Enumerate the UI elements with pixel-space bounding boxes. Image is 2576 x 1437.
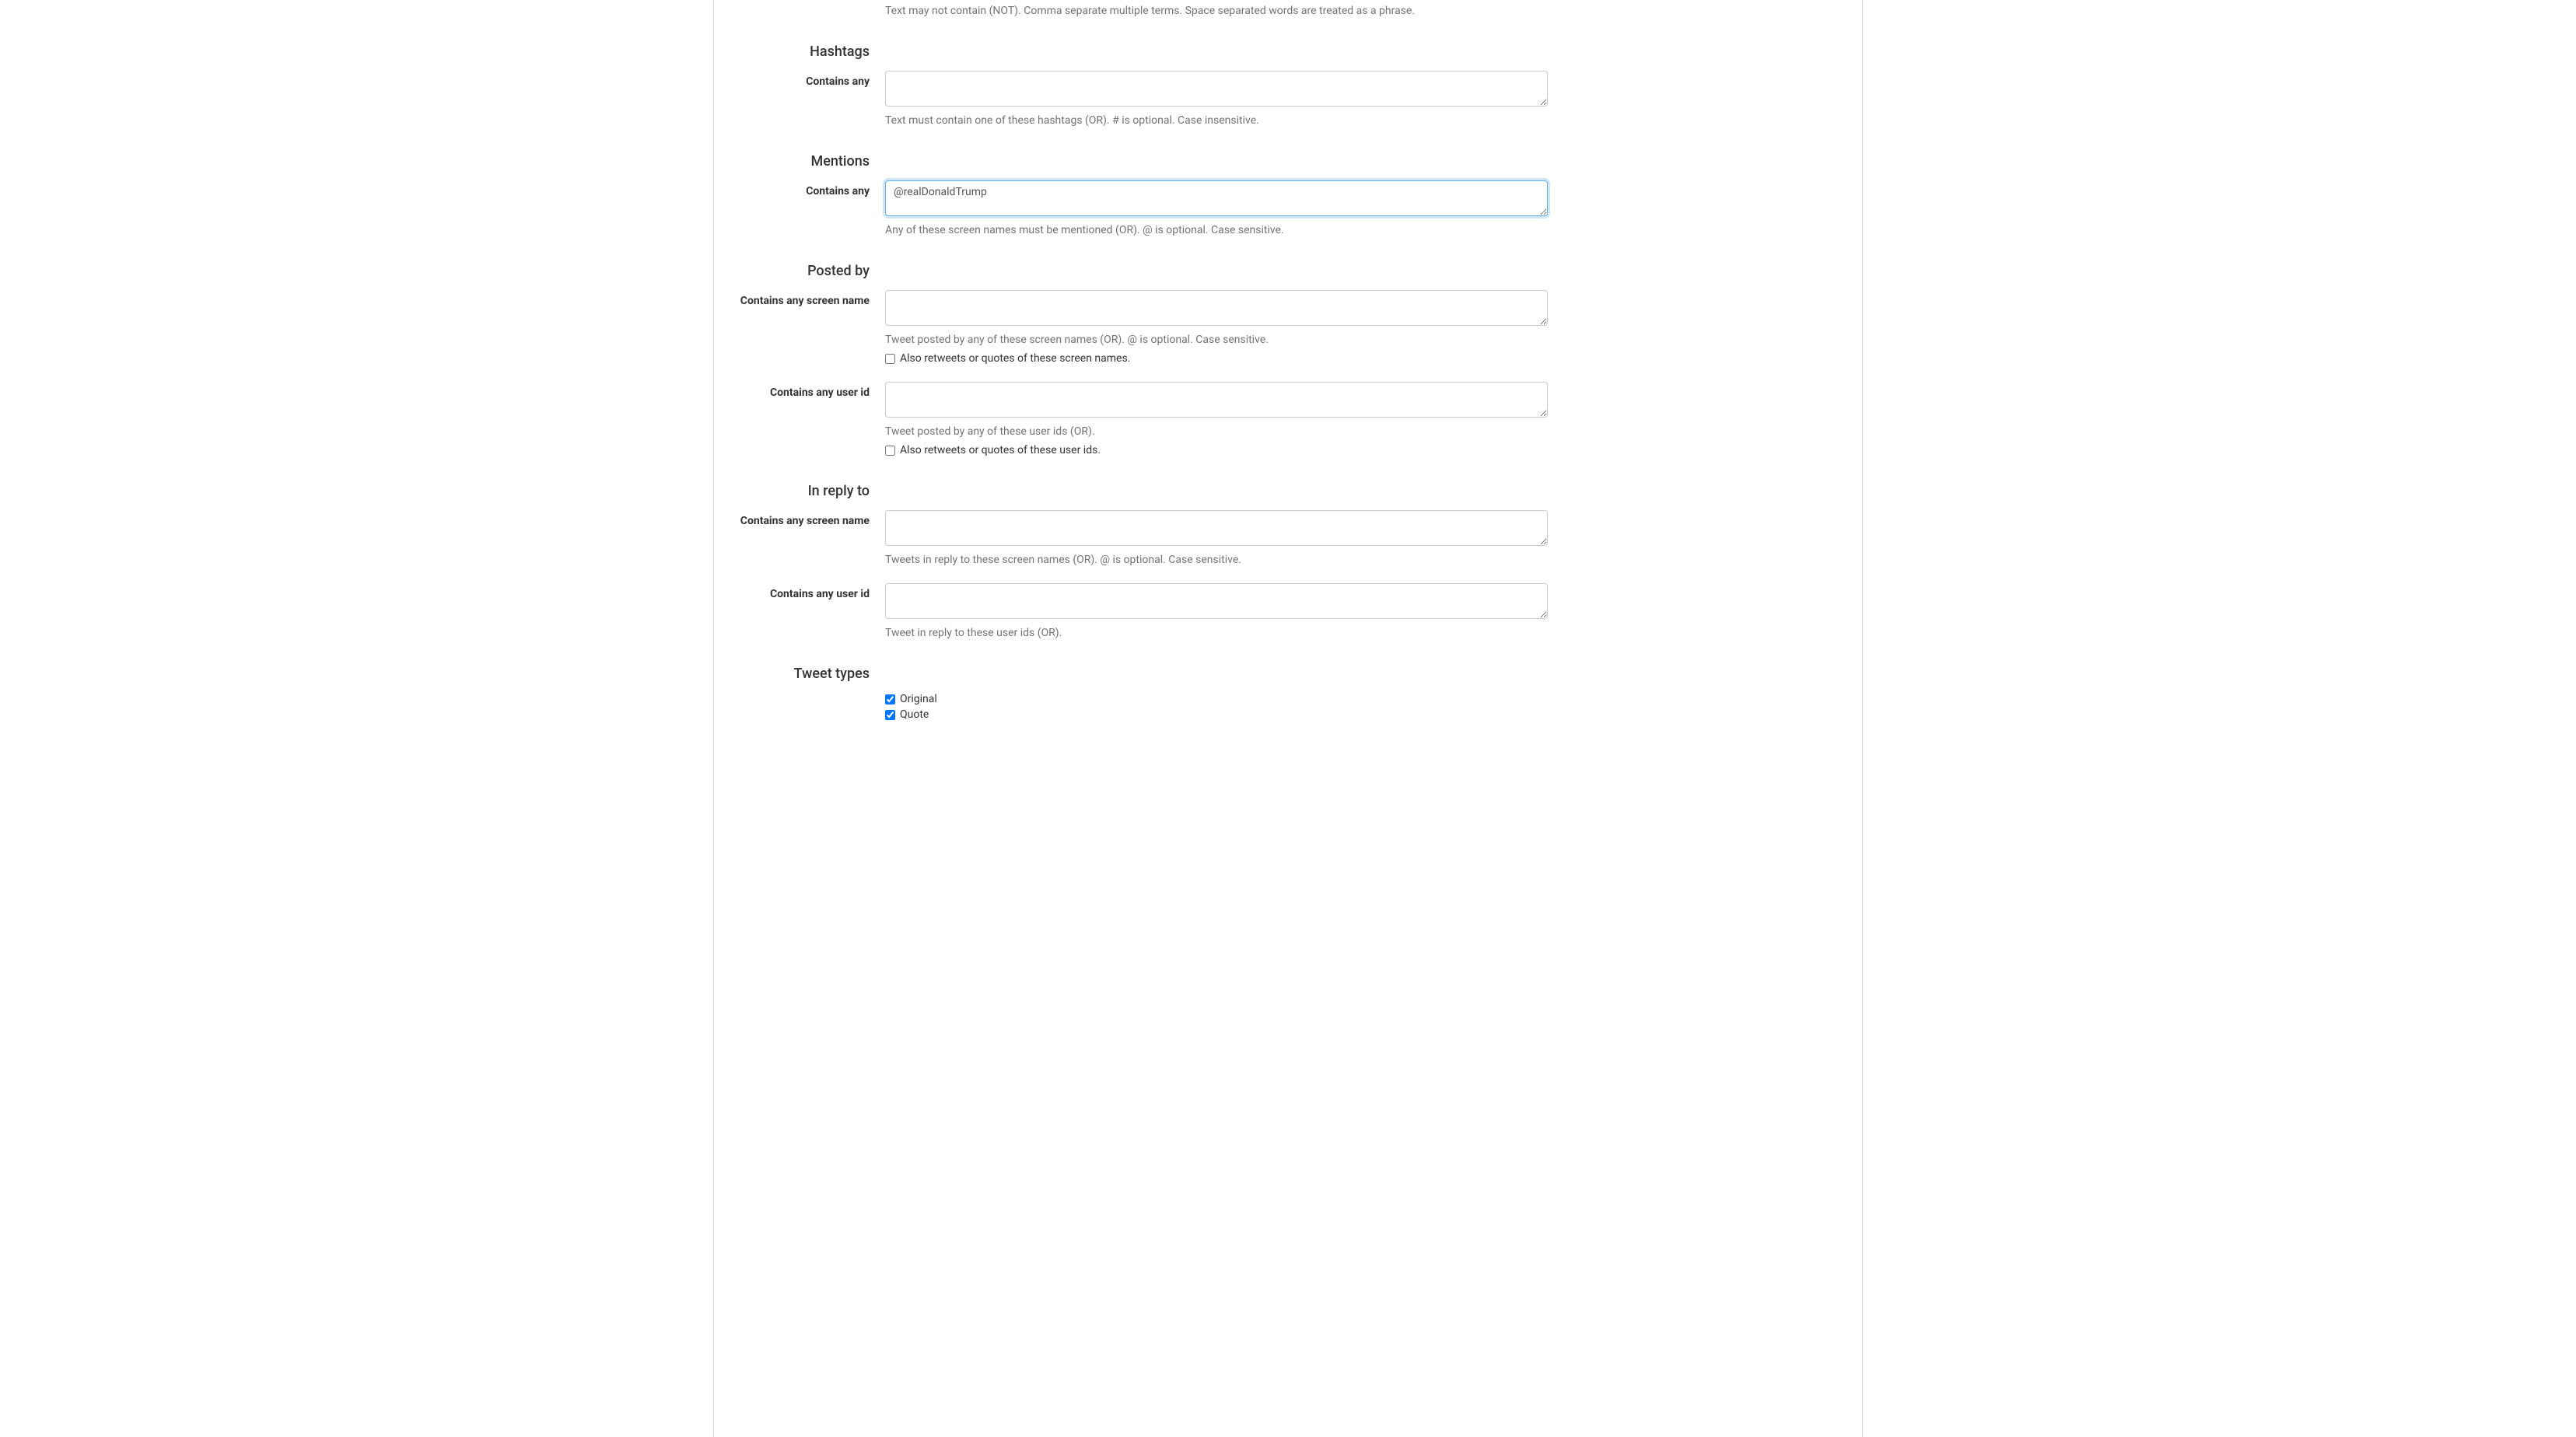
posted-by-screen-name-retweets-row: Also retweets or quotes of these screen … xyxy=(885,352,1548,365)
in-reply-to-user-id-input[interactable] xyxy=(885,583,1548,619)
in-reply-to-screen-name-row: Contains any screen name Tweets in reply… xyxy=(730,510,1846,575)
posted-by-user-id-label: Contains any user id xyxy=(770,386,870,399)
posted-by-user-id-row: Contains any user id Tweet posted by any… xyxy=(730,382,1846,466)
tweet-type-original-label: Original xyxy=(900,693,937,705)
posted-by-screen-name-label: Contains any screen name xyxy=(740,295,870,307)
hashtags-contains-any-help: Text must contain one of these hashtags … xyxy=(885,114,1548,127)
posted-by-screen-name-help: Tweet posted by any of these screen name… xyxy=(885,334,1548,346)
posted-by-user-id-retweets-row: Also retweets or quotes of these user id… xyxy=(885,444,1548,456)
section-tweet-types-title: Tweet types xyxy=(730,666,885,682)
hashtags-contains-any-row: Contains any Text must contain one of th… xyxy=(730,71,1846,136)
posted-by-user-id-retweets-checkbox[interactable] xyxy=(885,446,895,456)
posted-by-user-id-help: Tweet posted by any of these user ids (O… xyxy=(885,425,1548,438)
in-reply-to-screen-name-help: Tweets in reply to these screen names (O… xyxy=(885,554,1548,566)
posted-by-screen-name-retweets-checkbox[interactable] xyxy=(885,354,895,364)
hashtags-contains-any-label: Contains any xyxy=(806,75,870,88)
tweet-type-quote-checkbox[interactable] xyxy=(885,710,895,720)
tweet-types-row: Original Quote xyxy=(730,693,1846,730)
top-help-text: Text may not contain (NOT). Comma separa… xyxy=(885,5,1548,17)
in-reply-to-user-id-help: Tweet in reply to these user ids (OR). xyxy=(885,627,1548,639)
mentions-contains-any-input[interactable] xyxy=(885,180,1548,216)
tweet-type-original-row: Original xyxy=(885,693,1548,705)
posted-by-user-id-retweets-label: Also retweets or quotes of these user id… xyxy=(900,444,1101,456)
in-reply-to-user-id-row: Contains any user id Tweet in reply to t… xyxy=(730,583,1846,649)
section-mentions-title: Mentions xyxy=(730,153,885,170)
section-hashtags-title: Hashtags xyxy=(730,44,885,60)
posted-by-screen-name-input[interactable] xyxy=(885,290,1548,326)
mentions-contains-any-help: Any of these screen names must be mentio… xyxy=(885,224,1548,236)
section-in-reply-to-title: In reply to xyxy=(730,483,885,499)
form-container: Text may not contain (NOT). Comma separa… xyxy=(713,0,1863,1437)
tweet-type-quote-row: Quote xyxy=(885,708,1548,721)
tweet-type-original-checkbox[interactable] xyxy=(885,694,895,705)
in-reply-to-screen-name-input[interactable] xyxy=(885,510,1548,546)
posted-by-screen-name-retweets-label: Also retweets or quotes of these screen … xyxy=(900,352,1130,365)
in-reply-to-screen-name-label: Contains any screen name xyxy=(740,515,870,527)
in-reply-to-user-id-label: Contains any user id xyxy=(770,588,870,600)
mentions-contains-any-row: Contains any Any of these screen names m… xyxy=(730,180,1846,246)
posted-by-user-id-input[interactable] xyxy=(885,382,1548,418)
mentions-contains-any-label: Contains any xyxy=(806,185,870,198)
top-help-row: Text may not contain (NOT). Comma separa… xyxy=(730,0,1846,26)
section-posted-by-title: Posted by xyxy=(730,263,885,279)
hashtags-contains-any-input[interactable] xyxy=(885,71,1548,107)
tweet-type-quote-label: Quote xyxy=(900,708,929,721)
posted-by-screen-name-row: Contains any screen name Tweet posted by… xyxy=(730,290,1846,374)
